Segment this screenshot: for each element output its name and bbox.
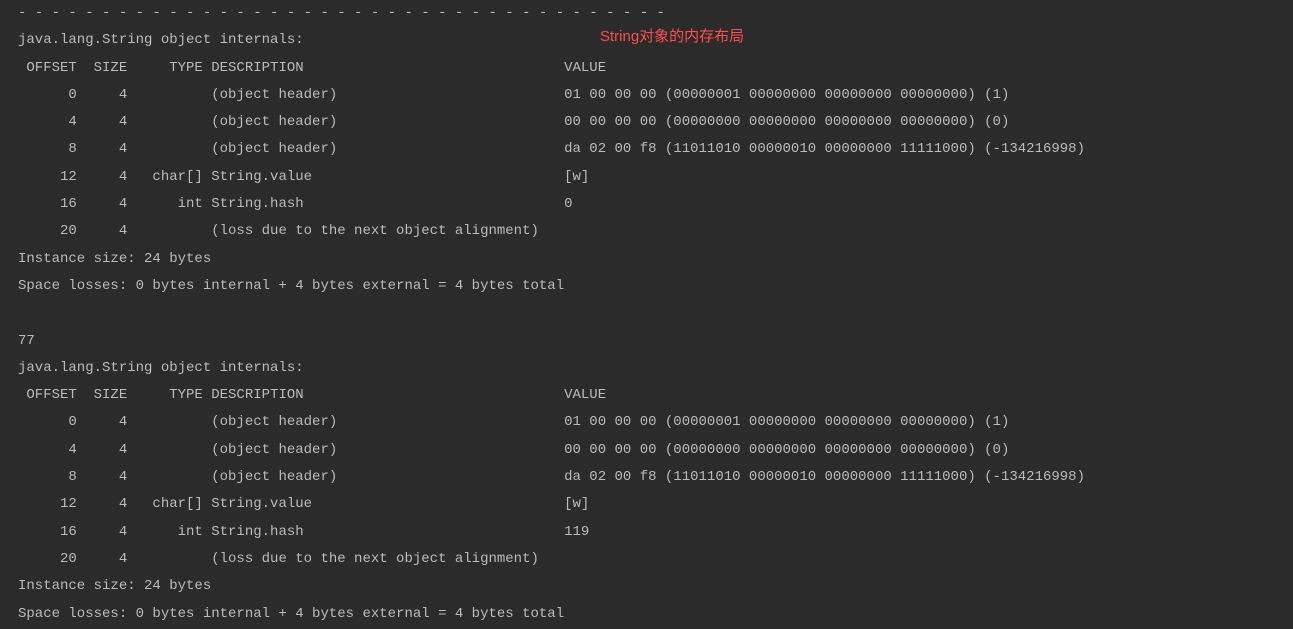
block1-title: java.lang.String object internals:: [18, 32, 304, 48]
block2-row-4: 16 4 int String.hash 119: [18, 524, 589, 540]
block2-row-0: 0 4 (object header) 01 00 00 00 (0000000…: [18, 414, 1009, 430]
block1-row-3: 12 4 char[] String.value [w]: [18, 169, 589, 185]
memory-layout-annotation: String对象的内存布局: [600, 22, 744, 51]
separator-value: 77: [18, 333, 35, 349]
block2-row-5: 20 4 (loss due to the next object alignm…: [18, 551, 539, 567]
block1-row-0: 0 4 (object header) 01 00 00 00 (0000000…: [18, 87, 1009, 103]
block1-header: OFFSET SIZE TYPE DESCRIPTION VALUE: [18, 60, 606, 76]
block2-row-3: 12 4 char[] String.value [w]: [18, 496, 589, 512]
block1-row-2: 8 4 (object header) da 02 00 f8 (1101101…: [18, 141, 1085, 157]
block2-header: OFFSET SIZE TYPE DESCRIPTION VALUE: [18, 387, 606, 403]
block2-row-1: 4 4 (object header) 00 00 00 00 (0000000…: [18, 442, 1009, 458]
block2-space-losses: Space losses: 0 bytes internal + 4 bytes…: [18, 606, 564, 622]
block2-row-2: 8 4 (object header) da 02 00 f8 (1101101…: [18, 469, 1085, 485]
block1-row-1: 4 4 (object header) 00 00 00 00 (0000000…: [18, 114, 1009, 130]
block1-row-4: 16 4 int String.hash 0: [18, 196, 573, 212]
block1-instance-size: Instance size: 24 bytes: [18, 251, 211, 267]
block2-instance-size: Instance size: 24 bytes: [18, 578, 211, 594]
block2-title: java.lang.String object internals:: [18, 360, 304, 376]
block1-row-5: 20 4 (loss due to the next object alignm…: [18, 223, 539, 239]
divider-line: - - - - - - - - - - - - - - - - - - - - …: [18, 5, 665, 21]
block1-space-losses: Space losses: 0 bytes internal + 4 bytes…: [18, 278, 564, 294]
console-output: - - - - - - - - - - - - - - - - - - - - …: [0, 0, 1293, 628]
